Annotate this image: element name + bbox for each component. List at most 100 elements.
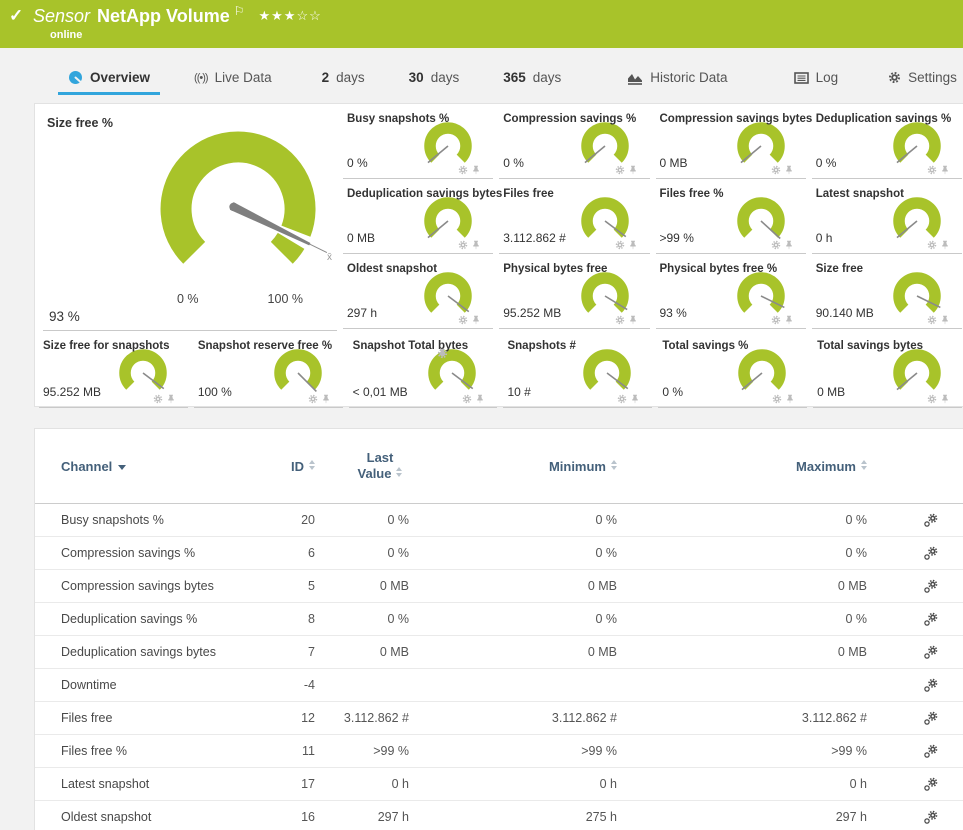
channel-id: 12 bbox=[217, 711, 315, 725]
pin-icon[interactable] bbox=[940, 315, 950, 325]
table-row: Deduplication savings bytes 7 0 MB 0 MB … bbox=[35, 636, 963, 669]
gear-icon[interactable] bbox=[772, 394, 782, 404]
pin-icon[interactable] bbox=[784, 240, 794, 250]
channel-settings-icon[interactable] bbox=[923, 611, 939, 627]
tab-log[interactable]: Log bbox=[784, 70, 849, 95]
channel-name: Compression savings % bbox=[61, 546, 217, 560]
flag-icon[interactable]: ⚐ bbox=[234, 4, 245, 18]
channel-settings-icon[interactable] bbox=[923, 743, 939, 759]
pin-icon[interactable] bbox=[628, 165, 638, 175]
star-rating[interactable]: ★★★☆☆ bbox=[258, 8, 321, 23]
gauge-title: Deduplication savings % bbox=[816, 113, 951, 125]
gauge-cell[interactable]: Snapshot reserve free % 100 % bbox=[194, 331, 343, 408]
gauge-cell[interactable]: Files free % >99 % bbox=[656, 179, 806, 254]
pin-icon[interactable] bbox=[471, 240, 481, 250]
gear-icon[interactable] bbox=[927, 394, 937, 404]
pin-icon[interactable] bbox=[471, 165, 481, 175]
pin-icon[interactable] bbox=[940, 165, 950, 175]
gear-icon[interactable] bbox=[615, 240, 625, 250]
channel-settings-icon[interactable] bbox=[923, 512, 939, 528]
tab-label: Log bbox=[816, 70, 839, 85]
gauge-cell[interactable]: Latest snapshot 0 h bbox=[812, 179, 962, 254]
column-header-channel[interactable]: Channel bbox=[61, 459, 217, 474]
pin-icon[interactable] bbox=[628, 315, 638, 325]
gear-icon[interactable] bbox=[458, 315, 468, 325]
channel-last-value: 0 % bbox=[315, 513, 409, 527]
gauge-value: < 0,01 MB bbox=[353, 385, 408, 399]
gear-icon[interactable] bbox=[458, 240, 468, 250]
gear-icon[interactable] bbox=[771, 165, 781, 175]
gauge-cell[interactable]: Total savings bytes 0 MB bbox=[813, 331, 962, 408]
gear-icon[interactable] bbox=[927, 165, 937, 175]
main-gauge-cell[interactable]: Size free % x̄ 0 % 100 % 93 % bbox=[43, 104, 337, 331]
gear-icon[interactable] bbox=[771, 315, 781, 325]
column-header-maximum[interactable]: Maximum bbox=[617, 459, 867, 474]
channel-settings-icon[interactable] bbox=[923, 545, 939, 561]
channel-settings-icon[interactable] bbox=[923, 776, 939, 792]
channel-settings-icon[interactable] bbox=[923, 578, 939, 594]
gauge-cell[interactable]: Busy snapshots % 0 % bbox=[343, 104, 493, 179]
gear-icon[interactable] bbox=[308, 394, 318, 404]
pin-icon[interactable] bbox=[475, 394, 485, 404]
channel-name: Oldest snapshot bbox=[61, 810, 217, 824]
tab-label: Settings bbox=[908, 70, 957, 85]
pin-icon[interactable] bbox=[166, 394, 176, 404]
gear-icon[interactable] bbox=[771, 240, 781, 250]
gear-icon[interactable] bbox=[927, 315, 937, 325]
tab-settings[interactable]: Settings bbox=[878, 70, 963, 95]
channel-settings-icon[interactable] bbox=[923, 677, 939, 693]
gauge-cell[interactable]: Compression savings % 0 % bbox=[499, 104, 649, 179]
gear-icon[interactable] bbox=[458, 165, 468, 175]
column-header-minimum[interactable]: Minimum bbox=[409, 459, 617, 474]
gear-icon[interactable] bbox=[462, 394, 472, 404]
gear-icon[interactable] bbox=[615, 165, 625, 175]
gauge-cell[interactable]: Compression savings bytes 0 MB bbox=[656, 104, 806, 179]
pin-icon[interactable] bbox=[437, 348, 448, 359]
column-header-id[interactable]: ID bbox=[217, 459, 315, 474]
gauge-cell[interactable]: Size free for snapshots 95.252 MB bbox=[39, 331, 188, 408]
gauge-title: Busy snapshots % bbox=[347, 113, 449, 125]
tab-historic-data[interactable]: Historic Data bbox=[617, 70, 737, 95]
gauge-cell[interactable]: Snapshot Total bytes < 0,01 MB bbox=[349, 331, 498, 408]
column-header-last-value[interactable]: Last Value bbox=[315, 450, 409, 483]
gauge-cell[interactable]: Physical bytes free % 93 % bbox=[656, 254, 806, 329]
gauge-cell[interactable]: Deduplication savings bytes 0 MB bbox=[343, 179, 493, 254]
pin-icon[interactable] bbox=[630, 394, 640, 404]
gauge-cell[interactable]: Files free 3.112.862 # bbox=[499, 179, 649, 254]
gauge-cell[interactable]: Total savings % 0 % bbox=[658, 331, 807, 408]
gear-icon[interactable] bbox=[617, 394, 627, 404]
gear-icon[interactable] bbox=[927, 240, 937, 250]
tab-live-data[interactable]: ((•)) Live Data bbox=[184, 70, 282, 95]
pin-icon[interactable] bbox=[785, 394, 795, 404]
tab-bar: Overview ((•)) Live Data 2 days 30 days … bbox=[0, 48, 963, 95]
gauge-value: 0 h bbox=[816, 231, 833, 245]
channel-minimum: 3.112.862 # bbox=[409, 711, 617, 725]
gauge-cell[interactable]: Size free 90.140 MB bbox=[812, 254, 962, 329]
table-row: Deduplication savings % 8 0 % 0 % 0 % bbox=[35, 603, 963, 636]
gauge-cell[interactable]: Oldest snapshot 297 h bbox=[343, 254, 493, 329]
tab-overview[interactable]: Overview bbox=[58, 70, 160, 95]
gauge-title: Size free % bbox=[47, 116, 113, 130]
channel-last-value: 0 % bbox=[315, 546, 409, 560]
pin-icon[interactable] bbox=[940, 240, 950, 250]
gauge-title: Files free % bbox=[660, 188, 724, 200]
gauge-cell[interactable]: Snapshots # 10 # bbox=[503, 331, 652, 408]
tab-365-days[interactable]: 365 days bbox=[493, 70, 571, 95]
channel-settings-icon[interactable] bbox=[923, 644, 939, 660]
gear-icon[interactable] bbox=[153, 394, 163, 404]
main-gauge-dial: x̄ bbox=[153, 126, 343, 291]
gauge-cell[interactable]: Physical bytes free 95.252 MB bbox=[499, 254, 649, 329]
pin-icon[interactable] bbox=[321, 394, 331, 404]
pin-icon[interactable] bbox=[784, 315, 794, 325]
gauge-cell[interactable]: Deduplication savings % 0 % bbox=[812, 104, 962, 179]
tab-30-days[interactable]: 30 days bbox=[399, 70, 470, 95]
pin-icon[interactable] bbox=[940, 394, 950, 404]
channel-last-value: 0 MB bbox=[315, 579, 409, 593]
pin-icon[interactable] bbox=[628, 240, 638, 250]
channel-settings-icon[interactable] bbox=[923, 710, 939, 726]
pin-icon[interactable] bbox=[784, 165, 794, 175]
gear-icon[interactable] bbox=[615, 315, 625, 325]
pin-icon[interactable] bbox=[471, 315, 481, 325]
tab-2-days[interactable]: 2 days bbox=[312, 70, 375, 95]
channel-settings-icon[interactable] bbox=[923, 809, 939, 825]
